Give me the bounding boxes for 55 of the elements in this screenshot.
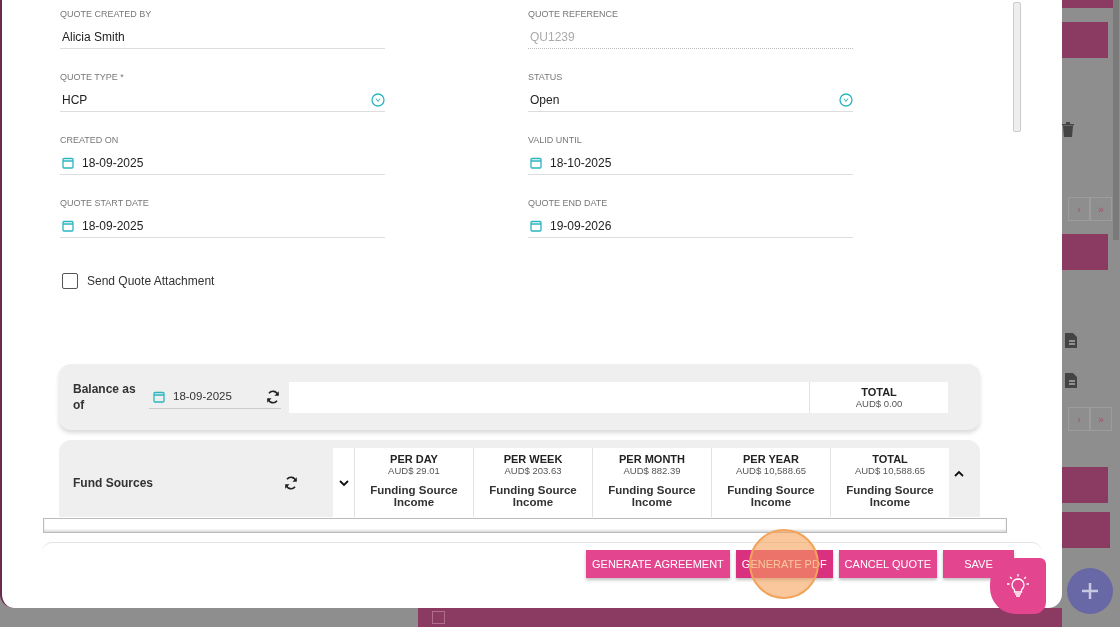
trash-icon — [1062, 122, 1074, 138]
field-label: QUOTE REFERENCE — [528, 8, 619, 20]
select-field[interactable]: HCP — [60, 88, 385, 112]
calendar-icon — [62, 156, 74, 169]
column-title: PER YEAR — [741, 453, 800, 465]
action-button[interactable]: CANCEL QUOTE — [838, 550, 937, 578]
amount-text: AUD$ 10,588.65 — [853, 465, 927, 476]
column-title: PER DAY — [389, 453, 439, 465]
column-subtitle: Funding Source Income — [488, 484, 578, 508]
add-button[interactable] — [1067, 568, 1113, 614]
calendar-icon — [153, 390, 165, 403]
column-subtitle: Funding Source Income — [369, 484, 459, 508]
action-button[interactable]: GENERATE AGREEMENT — [586, 550, 730, 578]
input-field[interactable]: Alicia Smith — [60, 25, 385, 49]
field-label: QUOTE CREATED BY — [60, 8, 153, 20]
checkbox-label: Send Quote Attachment — [87, 273, 215, 290]
column-title: TOTAL — [871, 453, 909, 465]
date-field[interactable]: 18-10-2025 — [528, 151, 853, 175]
select-field[interactable]: Open — [528, 88, 853, 112]
chevron-down-icon[interactable] — [338, 478, 349, 487]
date-field[interactable]: 18-09-2025 — [60, 214, 385, 238]
field-label: QUOTE END DATE — [528, 197, 609, 209]
refresh-icon[interactable] — [283, 474, 299, 491]
input-field[interactable]: QU1239 — [528, 25, 853, 49]
column-subtitle: Funding Source Income — [607, 484, 697, 508]
date-field[interactable]: 18-09-2025 — [60, 151, 385, 175]
field-label: QUOTE START DATE — [60, 197, 150, 209]
column-title: TOTAL — [860, 385, 898, 398]
amount-text: AUD$ 882.39 — [622, 465, 682, 476]
column-subtitle: Funding Source Income — [845, 484, 935, 508]
calendar-icon — [530, 219, 542, 232]
amount-text: AUD$ 29.01 — [387, 465, 441, 476]
lightbulb-icon — [1007, 574, 1029, 598]
column-title: PER WEEK — [502, 453, 564, 465]
date-field[interactable]: 19-09-2026 — [528, 214, 853, 238]
field-label: STATUS — [528, 71, 564, 83]
document-icon — [1062, 333, 1080, 349]
amount-text: AUD$ 203.63 — [503, 465, 563, 476]
field-label: VALID UNTIL — [528, 134, 583, 146]
plus-icon — [1080, 581, 1100, 601]
checkbox[interactable] — [62, 273, 78, 289]
date-field[interactable]: 18-09-2025 — [149, 385, 281, 409]
refresh-icon[interactable] — [265, 388, 281, 405]
field-label: CREATED ON — [60, 134, 120, 146]
amount-text: AUD$ 10,588.65 — [734, 465, 808, 476]
column-subtitle: Funding Source Income — [726, 484, 816, 508]
caret-up-icon[interactable] — [954, 470, 964, 477]
balance-label: Balance as of — [73, 381, 137, 413]
fund-sources-label: Fund Sources — [73, 474, 153, 491]
calendar-icon — [62, 219, 74, 232]
amount-text: AUD$ 0.00 — [854, 397, 904, 409]
calendar-icon — [530, 156, 542, 169]
field-label: QUOTE TYPE * — [60, 71, 125, 83]
document-icon — [1062, 373, 1080, 389]
column-title: PER MONTH — [618, 453, 686, 465]
